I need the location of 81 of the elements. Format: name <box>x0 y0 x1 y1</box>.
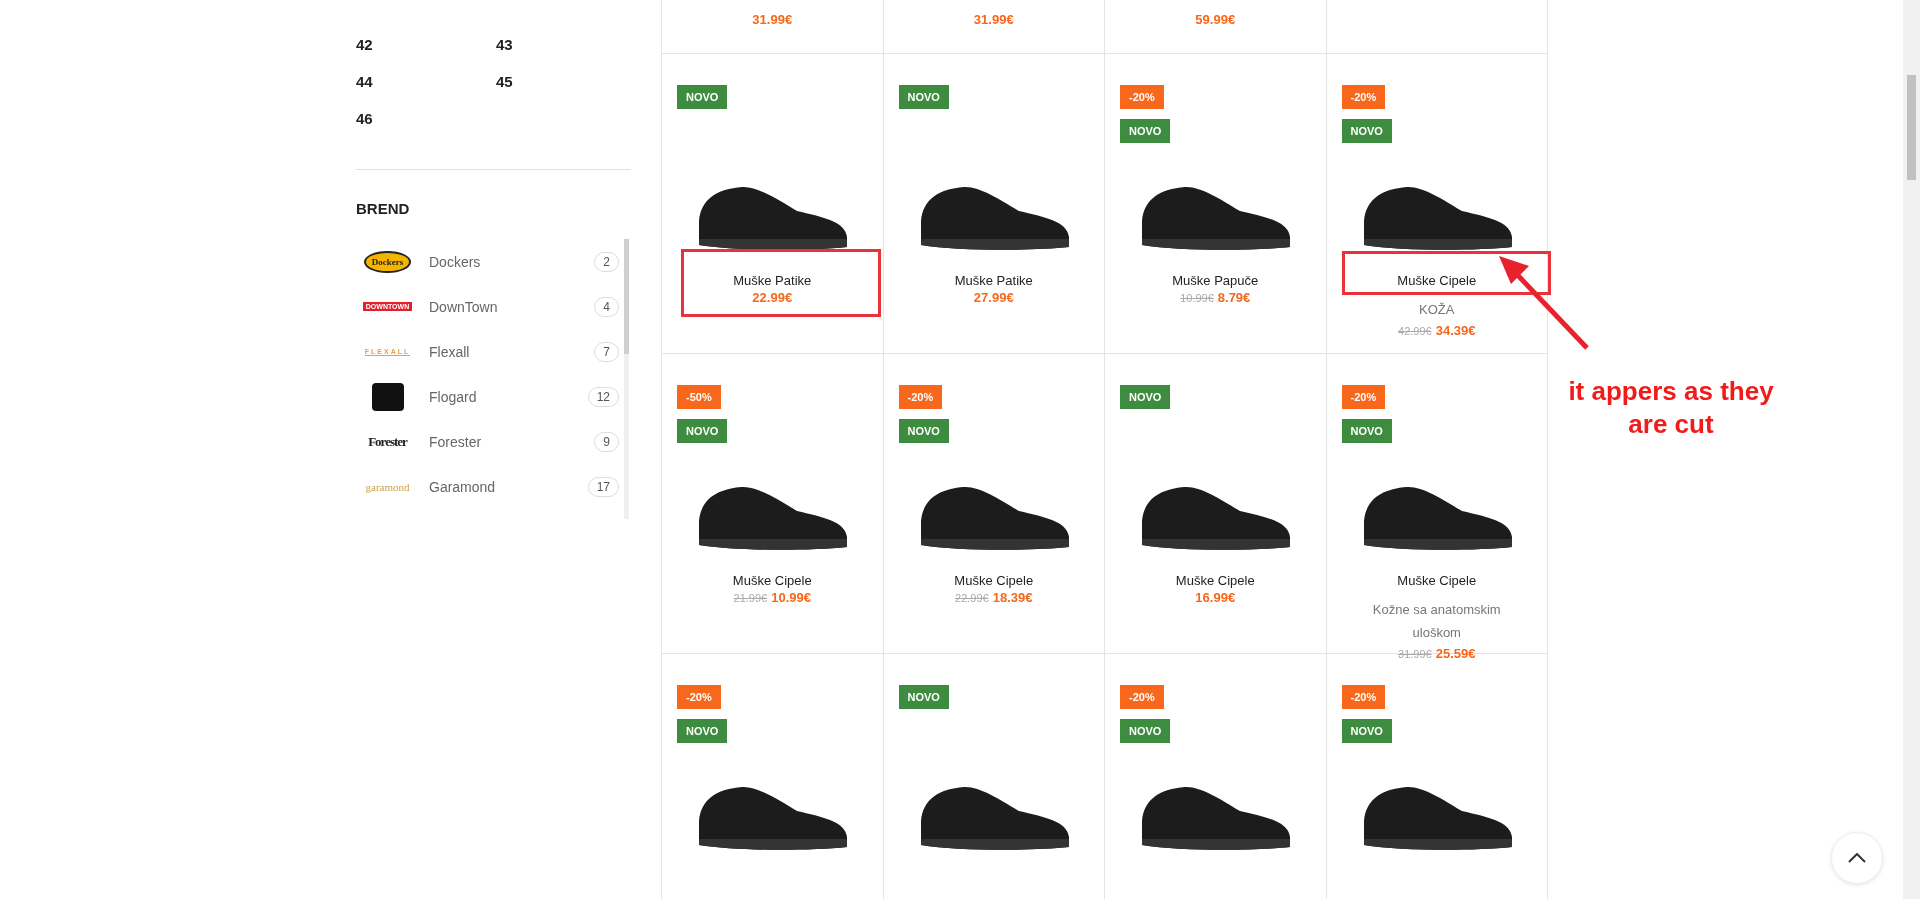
product-price: 31.99€ <box>752 12 793 27</box>
product-title[interactable]: Muške Patike <box>733 273 812 288</box>
product-title[interactable]: Muške Cipele <box>732 573 812 588</box>
size-option[interactable]: 45 <box>496 73 513 91</box>
old-price: 22.99€ <box>955 592 989 604</box>
product-title[interactable]: Muške Cipele <box>1397 273 1477 288</box>
new-badge: NOVO <box>1341 119 1392 143</box>
new-badge: NOVO <box>677 85 728 109</box>
new-badge: NOVO <box>898 419 949 443</box>
brand-filter-item[interactable]: Dockers Dockers 2 <box>356 239 619 284</box>
discount-badge: -20% <box>1341 685 1386 709</box>
product-card[interactable]: -20% NOVO Muške Cipele KOŽA 42.99€ 34.39€ <box>1326 54 1548 354</box>
product-card[interactable]: NOVO Muške Patike 27.99€ <box>883 54 1105 354</box>
discount-badge: -20% <box>677 685 721 709</box>
back-to-top-button[interactable] <box>1831 832 1883 884</box>
product-title[interactable]: Muške Cipele <box>954 573 1034 588</box>
brand-logo: Forester <box>368 433 407 450</box>
size-option[interactable]: 46 <box>356 110 373 128</box>
product-card[interactable]: NOVO <box>883 654 1105 899</box>
old-price: 10.99€ <box>1180 292 1214 304</box>
product-card[interactable]: -20% NOVO <box>662 654 884 899</box>
product-card[interactable]: -20% NOVO Muške Cipele 22.99€ 18.39€ <box>883 354 1105 654</box>
product-price: 31.99€ <box>973 12 1014 27</box>
discount-badge: -20% <box>1120 685 1164 709</box>
product-card[interactable]: NOVO Muške Cipele 16.99€ <box>1105 354 1327 654</box>
brand-name: Flogard <box>429 388 478 405</box>
new-badge: NOVO <box>677 719 728 743</box>
discount-badge: -20% <box>1120 85 1164 109</box>
brand-filter-item[interactable]: Flogard 12 <box>356 374 619 419</box>
product-price: 8.79€ <box>1217 290 1251 305</box>
product-price: 27.99€ <box>973 290 1014 305</box>
product-title[interactable]: Muške Cipele <box>1397 573 1477 588</box>
new-badge: NOVO <box>1120 119 1171 143</box>
discount-badge: -20% <box>1341 85 1386 109</box>
discount-badge: -50% <box>677 385 721 409</box>
brand-name: Forester <box>429 433 483 450</box>
product-card[interactable] <box>1326 0 1548 54</box>
annotation-text: it appers as they are cut <box>1567 375 1775 441</box>
scrollbar-thumb[interactable] <box>624 239 629 354</box>
product-card[interactable]: NOVO Muške Patike 22.99€ <box>662 54 884 354</box>
new-badge: NOVO <box>898 685 949 709</box>
product-subtitle: KOŽA <box>1419 301 1455 319</box>
product-title[interactable]: Muške Papuče <box>1172 273 1259 288</box>
new-badge: NOVO <box>1341 419 1392 443</box>
page-scrollbar[interactable] <box>1903 0 1920 899</box>
brand-name: Dockers <box>429 253 482 270</box>
brand-name: DownTown <box>429 298 499 315</box>
product-price: 16.99€ <box>1195 590 1236 605</box>
brand-filter-item[interactable]: Forester Forester 9 <box>356 419 619 464</box>
brand-logo: garamond <box>365 480 410 493</box>
brand-name: Flexall <box>429 343 471 360</box>
filter-heading: BREND <box>356 200 410 217</box>
product-card[interactable]: -50% NOVO Muške Cipele 21.99€ 10.99€ <box>662 354 884 654</box>
new-badge: NOVO <box>1120 719 1171 743</box>
brand-name: Garamond <box>429 478 497 495</box>
product-price: 18.39€ <box>992 590 1033 605</box>
new-badge: NOVO <box>677 419 728 443</box>
discount-badge: -20% <box>898 385 943 409</box>
size-option[interactable]: 44 <box>356 73 373 91</box>
product-price: 22.99€ <box>752 290 793 305</box>
discount-badge: -20% <box>1341 385 1386 409</box>
product-price: 10.99€ <box>771 590 811 605</box>
size-option[interactable]: 42 <box>356 36 373 54</box>
new-badge: NOVO <box>898 85 949 109</box>
size-option[interactable]: 43 <box>496 36 513 54</box>
brand-filter-item[interactable]: garamond Garamond 17 <box>356 464 619 509</box>
product-card[interactable]: -20% NOVO Muške Papuče 10.99€ 8.79€ <box>1105 54 1327 354</box>
product-title[interactable]: Muške Cipele <box>1175 573 1255 588</box>
brand-logo: Dockers <box>363 250 412 273</box>
product-subtitle: Kožne sa anatomskim uloškom <box>1371 601 1502 642</box>
old-price: 42.99€ <box>1398 325 1432 337</box>
new-badge: NOVO <box>1341 719 1392 743</box>
scrollbar-track[interactable] <box>624 239 629 519</box>
old-price: 21.99€ <box>733 592 768 604</box>
product-card[interactable]: -20% NOVO <box>1105 654 1327 899</box>
new-badge: NOVO <box>1120 385 1171 409</box>
brand-logo <box>371 382 404 411</box>
product-price: 34.39€ <box>1435 323 1476 338</box>
product-price: 59.99€ <box>1195 12 1236 27</box>
chevron-up-icon <box>1848 853 1866 863</box>
product-title[interactable]: Muške Patike <box>954 273 1033 288</box>
